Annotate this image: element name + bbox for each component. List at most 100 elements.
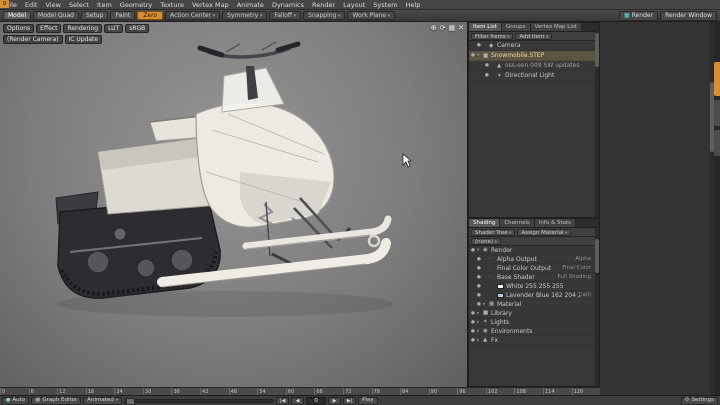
visibility-icon[interactable]: ● bbox=[477, 293, 483, 298]
shader-row[interactable]: ● ▸ ▲ Fx bbox=[469, 336, 595, 345]
filter-items-dropdown[interactable]: Filter Items bbox=[471, 33, 513, 40]
menu-item[interactable]: Dynamics bbox=[268, 0, 308, 10]
shader-row[interactable]: ● White 255 255 255 bbox=[469, 282, 595, 291]
item-label: Camera bbox=[497, 42, 593, 49]
shader-row[interactable]: ● ▸ ■ Library bbox=[469, 309, 595, 318]
menu-item[interactable]: Select bbox=[65, 0, 93, 10]
render-button[interactable]: ■ Render bbox=[619, 11, 658, 21]
play-button[interactable]: Play bbox=[358, 397, 377, 405]
first-frame-button[interactable]: |◀ bbox=[276, 397, 289, 405]
shader-row[interactable]: ● · Final Color Output Final Color bbox=[469, 264, 595, 273]
shader-row[interactable]: ● ▸ ◉ Environments bbox=[469, 327, 595, 336]
viewport-option-button[interactable]: LUT bbox=[104, 24, 123, 33]
viewport-option-button[interactable]: Options bbox=[3, 24, 34, 33]
shader-row[interactable]: ● ▾ ◉ Render bbox=[469, 246, 595, 255]
tool-option-dropdown[interactable]: Action Center bbox=[165, 11, 220, 20]
visibility-icon[interactable]: ● bbox=[477, 266, 483, 271]
layout-tab[interactable]: Model Quad bbox=[33, 11, 79, 20]
item-list-scrollbar[interactable] bbox=[595, 23, 599, 217]
visibility-icon[interactable]: ● bbox=[477, 257, 483, 262]
viewport-nav-icon[interactable]: ✕ bbox=[458, 24, 464, 32]
visibility-icon[interactable]: ● bbox=[485, 73, 491, 78]
current-frame-field[interactable]: 0 bbox=[306, 397, 326, 405]
previous-frame-button[interactable]: ◀ bbox=[291, 397, 304, 405]
tool-option-dropdown[interactable]: Symmetry bbox=[222, 11, 267, 20]
tool-option-dropdown[interactable]: Falloff bbox=[269, 11, 301, 20]
shader-filter-dropdown[interactable]: (none) bbox=[471, 238, 501, 245]
menu-item[interactable]: Vertex Map bbox=[188, 0, 233, 10]
time-slider-handle[interactable] bbox=[126, 398, 135, 405]
timeline-ruler[interactable]: 0612182430364248546066727884909610210811… bbox=[0, 387, 600, 395]
tool-option-dropdown[interactable]: Snapping bbox=[303, 11, 345, 20]
auto-key-toggle[interactable]: ● Auto bbox=[2, 397, 29, 405]
item-row[interactable]: ● ▲ oss-een 009 SW updates bbox=[469, 61, 595, 71]
shader-row[interactable]: ● · Base Shader Full Shading bbox=[469, 273, 595, 282]
viewport-nav-icon[interactable]: ⟳ bbox=[440, 24, 446, 32]
item-row[interactable]: ● ◆ Camera bbox=[469, 41, 595, 51]
viewport-camera-button[interactable]: IC Update bbox=[65, 35, 103, 44]
shader-row[interactable]: ● ▸ ✦ Lights bbox=[469, 318, 595, 327]
layout-tab[interactable]: Paint bbox=[110, 11, 135, 20]
item-list-panel: Item ListGroupsVertex Map List Filter It… bbox=[468, 22, 600, 218]
visibility-icon[interactable]: ● bbox=[477, 275, 483, 280]
item-type-icon: ▲ bbox=[497, 63, 505, 69]
visibility-icon[interactable]: ● bbox=[477, 43, 483, 48]
viewport-3d[interactable]: OptionsEffectRenderingLUTsRGB (Render Ca… bbox=[0, 22, 468, 387]
menu-item[interactable]: Texture bbox=[156, 0, 188, 10]
next-frame-button[interactable]: ▶ bbox=[328, 397, 341, 405]
playback-mode-dropdown[interactable]: Animated bbox=[83, 397, 122, 405]
time-slider[interactable] bbox=[124, 399, 274, 403]
properties-side-tab[interactable] bbox=[714, 62, 720, 96]
shading-tab[interactable]: Channels bbox=[500, 219, 534, 227]
item-list-tab[interactable]: Groups bbox=[502, 23, 531, 31]
item-row[interactable]: ● ✦ Directional Light bbox=[469, 71, 595, 81]
viewport-option-button[interactable]: Rendering bbox=[63, 24, 102, 33]
graph-editor-button[interactable]: ▦ Graph Editor bbox=[31, 397, 81, 405]
menu-item[interactable]: Geometry bbox=[116, 0, 156, 10]
item-label: oss-een 009 SW updates bbox=[505, 62, 593, 69]
side-tab[interactable] bbox=[714, 130, 720, 156]
shader-row[interactable]: ● ▸ ▦ Material bbox=[469, 300, 595, 309]
menu-item[interactable]: Item bbox=[93, 0, 116, 10]
shading-tab[interactable]: Shading bbox=[469, 219, 500, 227]
playhead[interactable]: 0 bbox=[0, 0, 9, 8]
viewport-nav-icon[interactable]: ⊕ bbox=[431, 24, 437, 32]
item-list-tab[interactable]: Item List bbox=[469, 23, 502, 31]
zero-tool-button[interactable]: Zero bbox=[137, 11, 163, 20]
snowmobile-model[interactable] bbox=[0, 22, 468, 387]
menu-item[interactable]: Edit bbox=[21, 0, 42, 10]
timeline-tick: 84 bbox=[400, 388, 429, 395]
menu-item[interactable]: View bbox=[41, 0, 64, 10]
add-item-dropdown[interactable]: Add Item bbox=[515, 33, 552, 40]
layout-tab[interactable]: Setup bbox=[81, 11, 108, 20]
settings-button[interactable]: ⚙ Settings bbox=[681, 397, 719, 405]
menu-item[interactable]: Render bbox=[308, 0, 339, 10]
viewport-option-button[interactable]: sRGB bbox=[125, 24, 149, 33]
visibility-icon[interactable]: ● bbox=[485, 63, 491, 68]
render-window-button[interactable]: Render Window bbox=[660, 11, 717, 21]
menu-item[interactable]: Animate bbox=[233, 0, 268, 10]
shading-tab[interactable]: Info & Stats bbox=[535, 219, 576, 227]
tool-option-dropdown[interactable]: Work Plane bbox=[347, 11, 395, 20]
visibility-icon[interactable]: ● bbox=[477, 284, 483, 289]
layer-type-icon: ■ bbox=[483, 310, 491, 316]
side-tab[interactable] bbox=[714, 100, 720, 126]
shader-tree-dropdown[interactable]: Shader Tree bbox=[471, 229, 515, 236]
menu-item[interactable]: Help bbox=[402, 0, 425, 10]
shader-tree-scrollbar[interactable] bbox=[595, 219, 599, 386]
menu-item[interactable]: Layout bbox=[339, 0, 369, 10]
menu-item[interactable]: System bbox=[369, 0, 401, 10]
timeline-tick: 12 bbox=[57, 388, 86, 395]
layer-label: Fx bbox=[491, 337, 591, 344]
viewport-option-button[interactable]: Effect bbox=[36, 24, 61, 33]
layout-tab[interactable]: Model bbox=[3, 11, 31, 20]
viewport-nav-icon[interactable]: ▦ bbox=[449, 24, 456, 32]
layer-label: White 255 255 255 bbox=[506, 283, 591, 290]
shader-row[interactable]: ● · Alpha Output Alpha bbox=[469, 255, 595, 264]
item-row[interactable]: ● ▾ ■ Snowmobile.STEP bbox=[469, 51, 595, 61]
assign-material-button[interactable]: Assign Material bbox=[517, 229, 571, 236]
item-list-tab[interactable]: Vertex Map List bbox=[531, 23, 582, 31]
shader-row[interactable]: ● Lavender Blue 162 204 236 (all) bbox=[469, 291, 595, 300]
last-frame-button[interactable]: ▶| bbox=[343, 397, 356, 405]
viewport-camera-button[interactable]: (Render Camera) bbox=[3, 35, 63, 44]
